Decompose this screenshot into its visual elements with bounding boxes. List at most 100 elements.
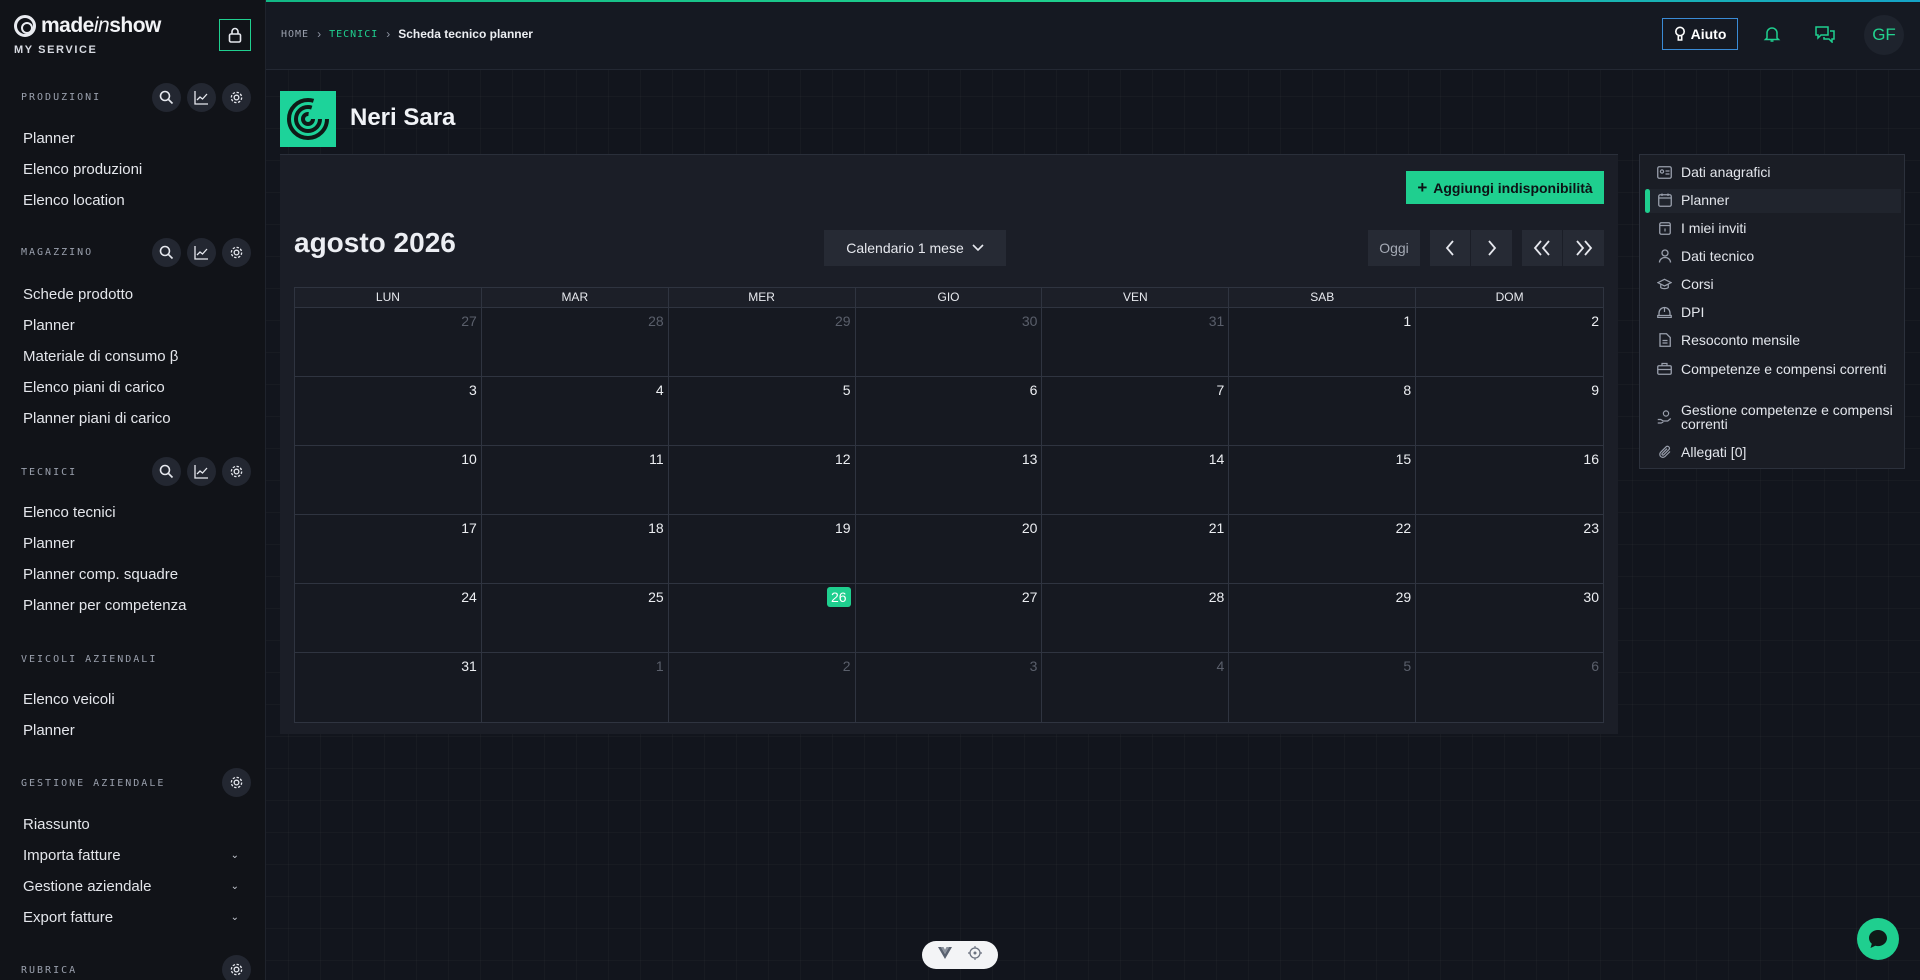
menu-item-i-miei-inviti[interactable]: I miei inviti bbox=[1657, 220, 1897, 236]
calendar-day-cell[interactable]: 11 bbox=[481, 446, 669, 515]
stats-button[interactable] bbox=[187, 238, 216, 267]
calendar-day-cell[interactable]: 23 bbox=[1416, 515, 1603, 584]
calendar-day-cell[interactable]: 20 bbox=[855, 515, 1043, 584]
calendar-day-cell[interactable]: 7 bbox=[1042, 377, 1230, 446]
calendar-day-cell[interactable]: 3 bbox=[295, 377, 482, 446]
sidebar-item-planner-comp-squadre[interactable]: Planner comp. squadre bbox=[23, 566, 239, 583]
calendar-day-cell[interactable]: 1 bbox=[1229, 308, 1417, 377]
calendar-day-cell[interactable]: 22 bbox=[1229, 515, 1417, 584]
calendar-day-cell[interactable]: 4 bbox=[481, 377, 669, 446]
sidebar-item-planner-per-competenza[interactable]: Planner per competenza bbox=[23, 597, 239, 614]
search-button[interactable] bbox=[152, 83, 181, 112]
messages-button[interactable] bbox=[1813, 22, 1837, 46]
menu-item-dpi[interactable]: DPI bbox=[1657, 304, 1897, 320]
search-button[interactable] bbox=[152, 457, 181, 486]
lock-sidebar-button[interactable] bbox=[219, 19, 251, 51]
calendar-day-cell[interactable]: 28 bbox=[481, 308, 669, 377]
sidebar-item-gestione-aziendale[interactable]: Gestione aziendale ⌄ bbox=[23, 878, 239, 895]
stats-button[interactable] bbox=[187, 457, 216, 486]
calendar-day-cell[interactable]: 5 bbox=[668, 377, 856, 446]
sidebar-item-magazzino-planner[interactable]: Planner bbox=[23, 317, 239, 334]
calendar-day-cell[interactable]: 31 bbox=[295, 653, 482, 722]
calendar-day-cell[interactable]: 27 bbox=[295, 308, 482, 377]
calendar-day-cell[interactable]: 24 bbox=[295, 584, 482, 653]
sidebar-item-elenco-piani-carico[interactable]: Elenco piani di carico bbox=[23, 379, 239, 396]
calendar-day-cell[interactable]: 13 bbox=[855, 446, 1043, 515]
calendar-day-cell[interactable]: 31 bbox=[1042, 308, 1230, 377]
sidebar-item-tecnici-planner[interactable]: Planner bbox=[23, 535, 239, 552]
calendar-day-cell[interactable]: 28 bbox=[1042, 584, 1230, 653]
settings-button[interactable] bbox=[222, 238, 251, 267]
calendar-day-cell[interactable]: 8 bbox=[1229, 377, 1417, 446]
calendar-day-cell[interactable]: 16 bbox=[1416, 446, 1603, 515]
sidebar-item-elenco-tecnici[interactable]: Elenco tecnici bbox=[23, 504, 239, 521]
toolbox-icon bbox=[1657, 361, 1672, 376]
calendar-day-cell[interactable]: 18 bbox=[481, 515, 669, 584]
calendar-day-cell[interactable]: 12 bbox=[668, 446, 856, 515]
menu-item-competenze-compensi[interactable]: Competenze e compensi correnti bbox=[1657, 361, 1897, 376]
settings-button[interactable] bbox=[222, 457, 251, 486]
calendar-day-cell[interactable]: 2 bbox=[1416, 308, 1603, 377]
help-button[interactable]: Aiuto bbox=[1662, 18, 1738, 50]
calendar-day-cell[interactable]: 6 bbox=[1416, 653, 1603, 722]
calendar-day-cell[interactable]: 2 bbox=[668, 653, 856, 722]
sidebar-item-produzioni-planner[interactable]: Planner bbox=[23, 130, 239, 147]
menu-item-gestione-competenze[interactable]: Gestione competenze e compensi correnti bbox=[1657, 403, 1897, 431]
calendar-view-select[interactable]: Calendario 1 mese bbox=[824, 230, 1006, 266]
sidebar-item-elenco-produzioni[interactable]: Elenco produzioni bbox=[23, 161, 239, 178]
calendar-day-cell[interactable]: 17 bbox=[295, 515, 482, 584]
calendar-day-cell[interactable]: 3 bbox=[855, 653, 1043, 722]
calendar-day-cell[interactable]: 27 bbox=[855, 584, 1043, 653]
notifications-button[interactable] bbox=[1760, 22, 1784, 46]
next-year-button[interactable] bbox=[1563, 230, 1604, 266]
sidebar-item-importa-fatture[interactable]: Importa fatture ⌄ bbox=[23, 847, 239, 864]
settings-button[interactable] bbox=[222, 768, 251, 797]
vue-logo-icon[interactable] bbox=[938, 946, 952, 964]
calendar-day-cell[interactable]: 14 bbox=[1042, 446, 1230, 515]
menu-item-dati-anagrafici[interactable]: Dati anagrafici bbox=[1657, 164, 1897, 180]
settings-button[interactable] bbox=[222, 955, 251, 980]
brand-logo[interactable]: madeinshow bbox=[14, 14, 161, 38]
menu-item-corsi[interactable]: Corsi bbox=[1657, 276, 1897, 292]
settings-button[interactable] bbox=[222, 83, 251, 112]
sidebar-item-materiale-consumo[interactable]: Materiale di consumo β bbox=[23, 348, 239, 365]
calendar-day-cell[interactable]: 15 bbox=[1229, 446, 1417, 515]
crosshair-icon[interactable] bbox=[968, 945, 982, 965]
search-button[interactable] bbox=[152, 238, 181, 267]
calendar-day-cell[interactable]: 25 bbox=[481, 584, 669, 653]
calendar-day-cell[interactable]: 21 bbox=[1042, 515, 1230, 584]
calendar-day-cell-today[interactable]: 26 bbox=[668, 584, 856, 653]
breadcrumb-home[interactable]: HOME bbox=[281, 29, 309, 40]
calendar-day-cell[interactable]: 29 bbox=[1229, 584, 1417, 653]
menu-item-dati-tecnico[interactable]: Dati tecnico bbox=[1657, 248, 1897, 264]
calendar-day-cell[interactable]: 5 bbox=[1229, 653, 1417, 722]
menu-item-allegati[interactable]: Allegati [0] bbox=[1657, 444, 1897, 460]
calendar-day-cell[interactable]: 4 bbox=[1042, 653, 1230, 722]
calendar-day-cell[interactable]: 30 bbox=[855, 308, 1043, 377]
stats-button[interactable] bbox=[187, 83, 216, 112]
breadcrumb-tecnici[interactable]: TECNICI bbox=[329, 29, 378, 40]
calendar-day-cell[interactable]: 19 bbox=[668, 515, 856, 584]
sidebar-item-planner-piani-carico[interactable]: Planner piani di carico bbox=[23, 410, 239, 427]
chat-support-button[interactable] bbox=[1857, 918, 1899, 960]
sidebar-item-export-fatture[interactable]: Export fatture ⌄ bbox=[23, 909, 239, 926]
avatar[interactable]: GF bbox=[1864, 15, 1904, 55]
sidebar-item-elenco-location[interactable]: Elenco location bbox=[23, 192, 239, 209]
sidebar-item-schede-prodotto[interactable]: Schede prodotto bbox=[23, 286, 239, 303]
previous-month-button[interactable] bbox=[1430, 230, 1471, 266]
sidebar-item-riassunto[interactable]: Riassunto bbox=[23, 816, 239, 833]
calendar-day-cell[interactable]: 30 bbox=[1416, 584, 1603, 653]
calendar-day-cell[interactable]: 10 bbox=[295, 446, 482, 515]
calendar-day-cell[interactable]: 9 bbox=[1416, 377, 1603, 446]
calendar-day-cell[interactable]: 6 bbox=[855, 377, 1043, 446]
calendar-day-cell[interactable]: 1 bbox=[481, 653, 669, 722]
sidebar-item-elenco-veicoli[interactable]: Elenco veicoli bbox=[23, 691, 239, 708]
today-button[interactable]: Oggi bbox=[1368, 230, 1420, 266]
menu-item-resoconto-mensile[interactable]: Resoconto mensile bbox=[1657, 332, 1897, 348]
add-unavailability-button[interactable]: + Aggiungi indisponibilità bbox=[1406, 171, 1604, 204]
menu-item-planner[interactable]: Planner bbox=[1657, 192, 1897, 208]
next-month-button[interactable] bbox=[1471, 230, 1512, 266]
sidebar-item-veicoli-planner[interactable]: Planner bbox=[23, 722, 239, 739]
previous-year-button[interactable] bbox=[1522, 230, 1563, 266]
calendar-day-cell[interactable]: 29 bbox=[668, 308, 856, 377]
